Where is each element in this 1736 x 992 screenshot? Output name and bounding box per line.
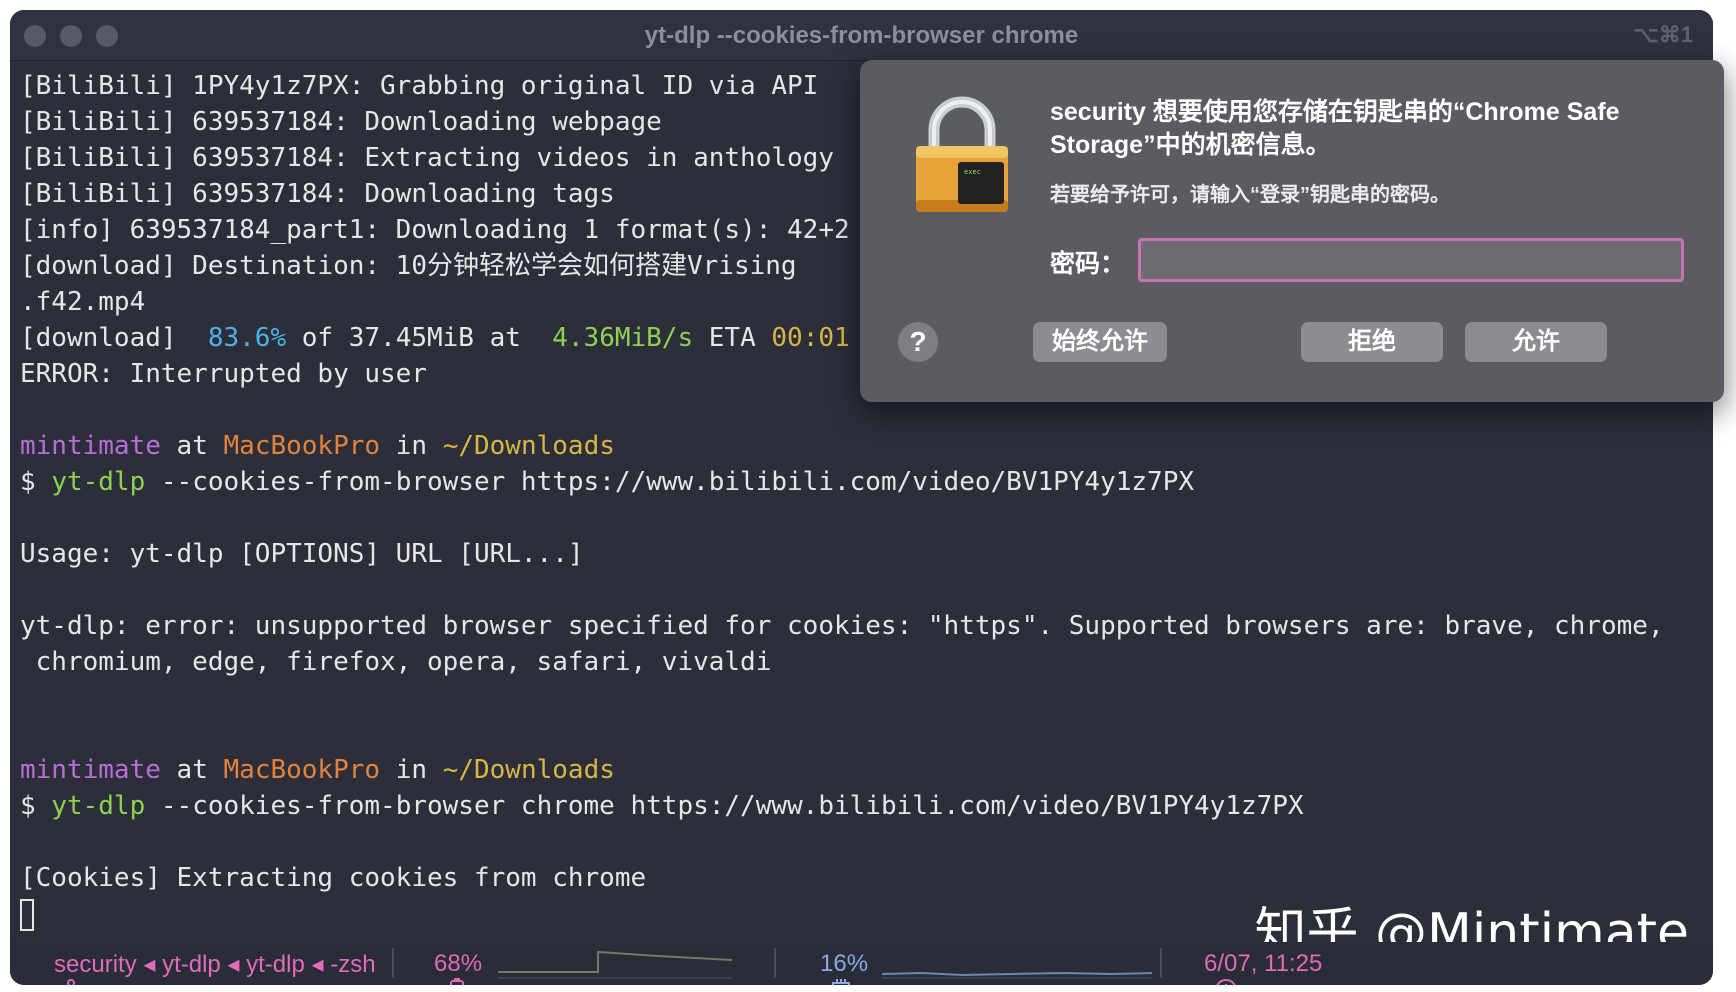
title-bar: yt-dlp --cookies-from-browser chrome ⌥⌘1 <box>10 10 1713 61</box>
terminal-cursor <box>20 898 34 931</box>
prompt-info: mintimate at MacBookPro in ~/Downloads <box>20 752 1713 788</box>
prompt-user: mintimate <box>20 755 161 785</box>
command-args: --cookies-from-browser chrome https://ww… <box>145 791 1304 821</box>
window-title: yt-dlp --cookies-from-browser chrome <box>644 22 1079 49</box>
battery-percent: 68% <box>434 950 483 977</box>
error-message-line: yt-dlp: error: unsupported browser speci… <box>20 611 1664 641</box>
keychain-access-dialog: exec security 想要使用您存储在钥匙串的“Chrome Safe S… <box>860 60 1724 402</box>
progress-percent: 83.6% <box>207 323 287 353</box>
command-args: --cookies-from-browser https://www.bilib… <box>145 467 1195 497</box>
command-line: $ yt-dlp --cookies-from-browser https://… <box>20 464 1713 500</box>
prompt-user: mintimate <box>20 431 161 461</box>
status-bar: security ◂ yt-dlp ◂ yt-dlp ◂ -zsh 68% 16… <box>10 942 1713 985</box>
prompt-host: MacBookPro <box>223 755 381 785</box>
allow-button[interactable]: 允许 <box>1465 322 1607 362</box>
usage-line: Usage: yt-dlp [OPTIONS] URL [URL...] <box>20 539 584 569</box>
dialog-subtitle: 若要给予许可，请输入“登录”钥匙串的密码。 <box>1050 184 1450 206</box>
prompt-in: in <box>380 431 443 461</box>
status-divider <box>1160 948 1162 978</box>
window-shortcut: ⌥⌘1 <box>1633 22 1693 47</box>
prompt-symbol: $ <box>20 467 52 497</box>
help-button[interactable]: ? <box>898 322 938 362</box>
status-divider <box>392 948 394 978</box>
prompt-info: mintimate at MacBookPro in ~/Downloads <box>20 428 1713 464</box>
command-line: $ yt-dlp --cookies-from-browser chrome h… <box>20 788 1713 824</box>
process-chain: security ◂ yt-dlp ◂ yt-dlp ◂ -zsh <box>54 951 376 978</box>
progress-size: of 37.45MiB at <box>286 323 553 353</box>
always-allow-button[interactable]: 始终允许 <box>1033 322 1167 362</box>
clock-time: 6/07, 11:25 <box>1204 950 1323 977</box>
password-label: 密码： <box>1050 250 1126 278</box>
prompt-dir: ~/Downloads <box>442 431 615 461</box>
cpu-graph <box>882 971 1152 979</box>
status-divider <box>774 948 776 978</box>
cpu-percent: 16% <box>820 950 869 977</box>
error-message-line: chromium, edge, firefox, opera, safari, … <box>20 647 772 677</box>
command-name: yt-dlp <box>51 467 146 497</box>
prompt-symbol: $ <box>20 791 52 821</box>
command-name: yt-dlp <box>51 791 146 821</box>
exec-label: exec <box>964 168 981 176</box>
deny-button[interactable]: 拒绝 <box>1301 322 1443 362</box>
prompt-in: in <box>380 755 443 785</box>
prompt-host: MacBookPro <box>223 431 381 461</box>
progress-eta-label: ETA <box>693 323 772 353</box>
battery-graph <box>498 950 732 979</box>
prompt-at: at <box>160 431 224 461</box>
prompt-dir: ~/Downloads <box>442 755 615 785</box>
progress-eta: 00:01 <box>771 323 850 353</box>
progress-speed: 4.36MiB/s <box>552 323 694 353</box>
dialog-title: security 想要使用您存储在钥匙串的“Chrome Safe Storag… <box>1050 98 1620 159</box>
lock-icon: exec <box>912 96 1012 220</box>
password-input[interactable] <box>1138 238 1684 282</box>
progress-prefix: [download] <box>20 323 208 353</box>
prompt-at: at <box>160 755 224 785</box>
